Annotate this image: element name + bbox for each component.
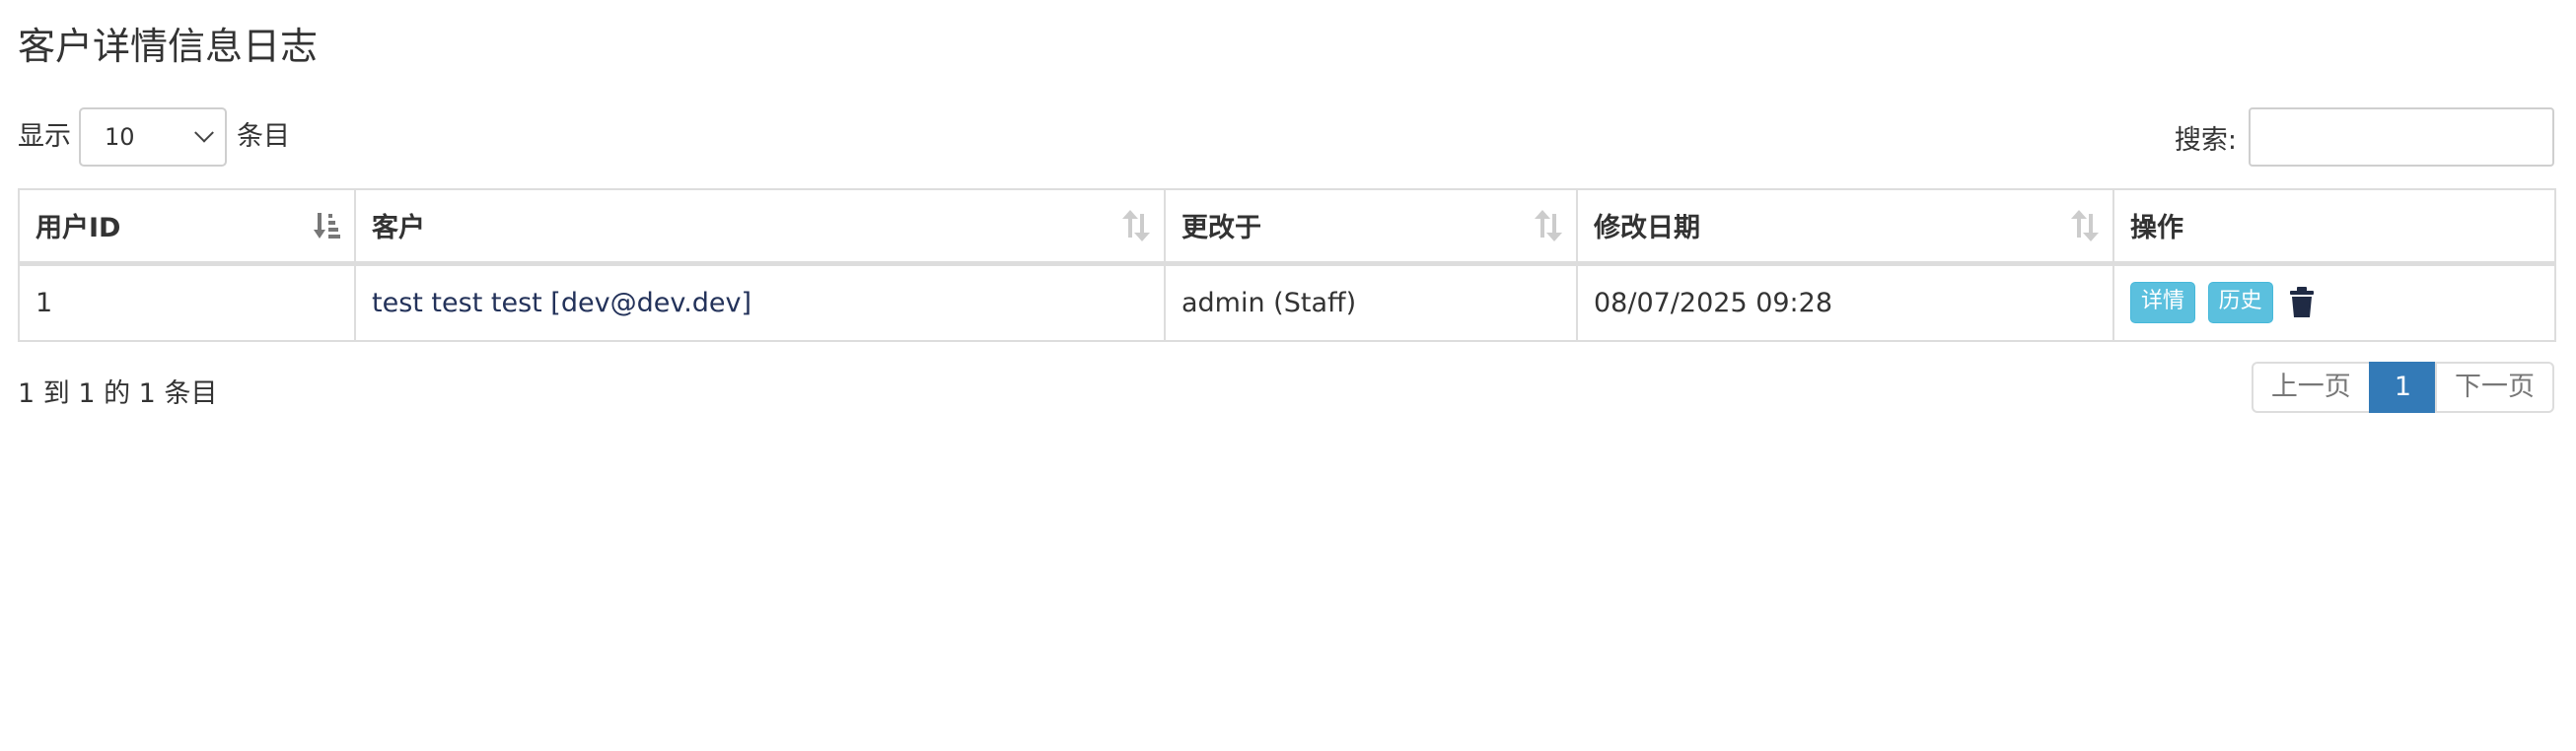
log-table: 用户ID 客户 更改于 修改日期 操作 1 test test test [de… — [18, 188, 2556, 342]
length-control: 显示 10 条目 — [18, 106, 290, 168]
sort-both-icon — [2071, 209, 2099, 241]
customer-link[interactable]: test test test [dev@dev.dev] — [372, 288, 751, 318]
column-header-modified-date[interactable]: 修改日期 — [1576, 188, 2114, 266]
chevron-down-icon — [194, 122, 214, 143]
cell-modified-date: 08/07/2025 09:28 — [1576, 262, 2114, 342]
cell-actions: 详情 历史 — [2112, 262, 2556, 342]
page-1-button[interactable]: 1 — [2368, 362, 2437, 413]
search-label: 搜索: — [2174, 124, 2237, 156]
history-button[interactable]: 历史 — [2207, 282, 2273, 324]
search-control: 搜索: — [2175, 106, 2554, 168]
column-label: 操作 — [2130, 213, 2183, 244]
sort-numeric-asc-icon — [314, 212, 340, 239]
column-header-customer[interactable]: 客户 — [354, 188, 1166, 266]
cell-changed-by: admin (Staff) — [1164, 262, 1578, 342]
details-button[interactable]: 详情 — [2130, 282, 2196, 324]
column-label: 修改日期 — [1594, 213, 1700, 244]
page-length-value: 10 — [105, 123, 135, 151]
column-header-changed-by[interactable]: 更改于 — [1164, 188, 1578, 266]
page-title: 客户详情信息日志 — [18, 25, 319, 68]
table-header-row: 用户ID 客户 更改于 修改日期 操作 — [18, 188, 2556, 266]
sort-both-icon — [1122, 209, 1150, 241]
next-page-button[interactable]: 下一页 — [2435, 362, 2554, 413]
column-header-user-id[interactable]: 用户ID — [18, 188, 356, 266]
column-label: 客户 — [372, 213, 425, 244]
cell-customer: test test test [dev@dev.dev] — [354, 262, 1166, 342]
table-info: 1 到 1 的 1 条目 — [18, 378, 218, 409]
column-header-actions: 操作 — [2112, 188, 2556, 266]
prev-page-button[interactable]: 上一页 — [2251, 362, 2371, 413]
pagination: 上一页 1 下一页 — [2251, 362, 2554, 413]
column-label: 更改于 — [1181, 213, 1261, 244]
table-row: 1 test test test [dev@dev.dev] admin (St… — [18, 262, 2556, 342]
length-prefix-label: 显示 — [18, 121, 71, 152]
trash-icon[interactable] — [2289, 287, 2315, 318]
search-input[interactable] — [2249, 107, 2554, 167]
length-suffix-label: 条目 — [237, 121, 290, 152]
page-length-select[interactable]: 10 — [79, 107, 227, 167]
cell-user-id: 1 — [18, 262, 356, 342]
sort-both-icon — [1535, 209, 1562, 241]
page: 客户详情信息日志 显示 10 条目 搜索: 用户ID 客户 更改于 修改日期 操… — [0, 0, 2576, 751]
column-label: 用户ID — [36, 213, 121, 244]
